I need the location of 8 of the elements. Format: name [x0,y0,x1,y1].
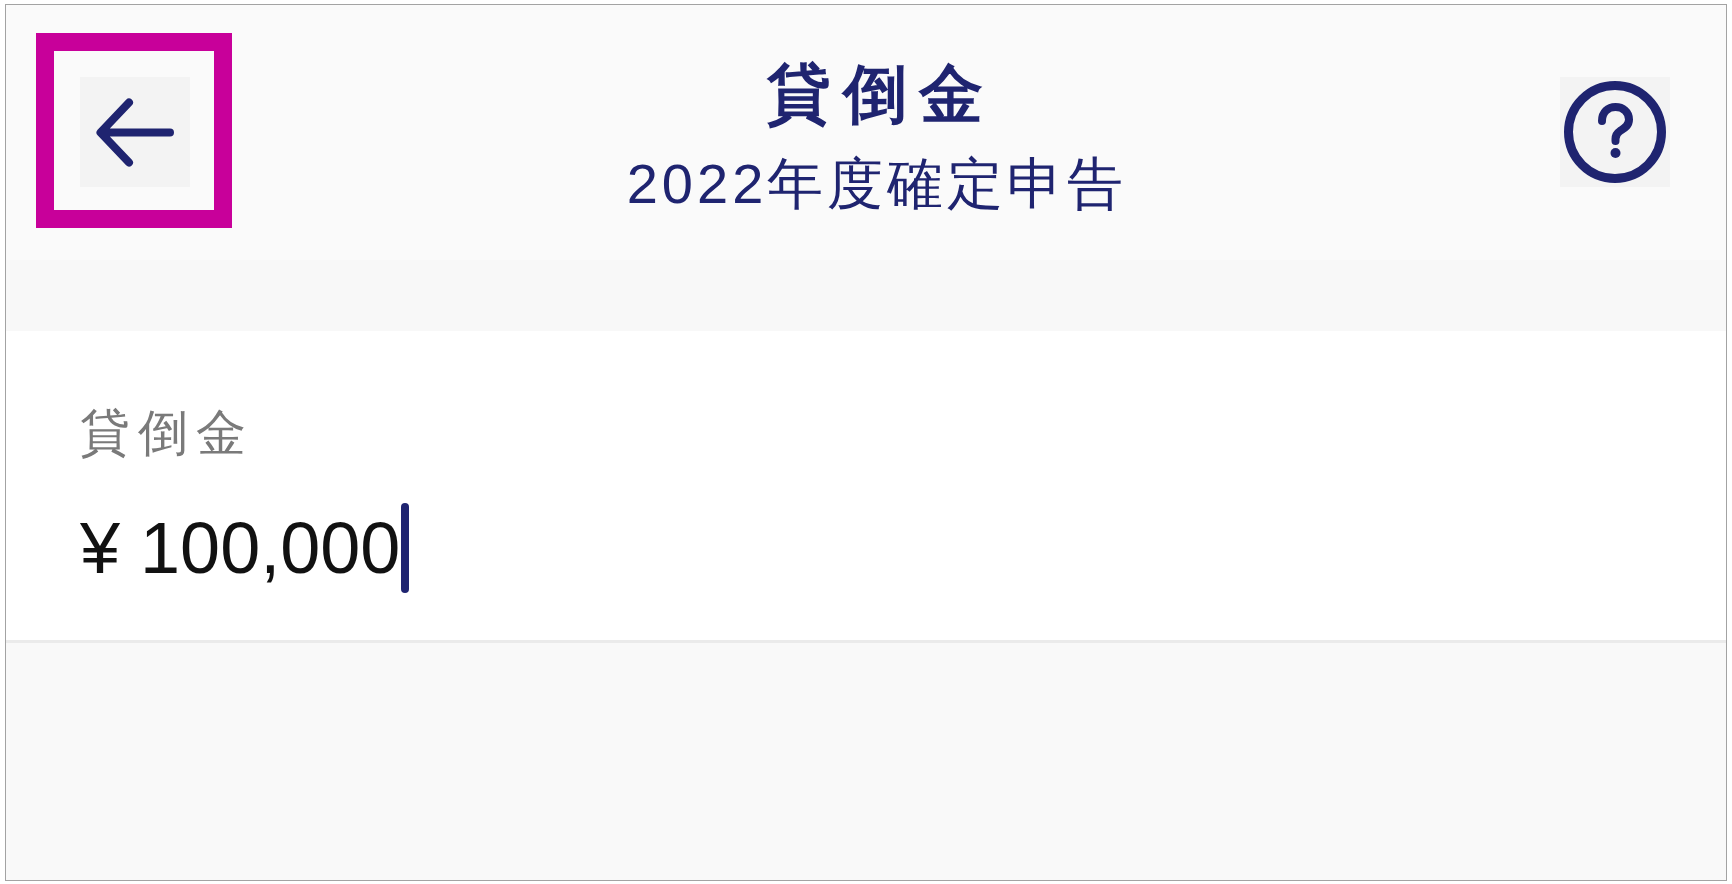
help-button[interactable] [1560,77,1670,187]
page-title: 貸倒金 [766,57,995,132]
page-subtitle: 2022年度確定申告 [625,151,1128,217]
amount-input[interactable]: ¥ 100,000 [80,503,410,593]
help-icon [1564,81,1666,183]
back-button[interactable] [80,77,190,187]
left-arrow-icon [96,97,174,167]
field-label: 貸倒金 [80,404,255,463]
